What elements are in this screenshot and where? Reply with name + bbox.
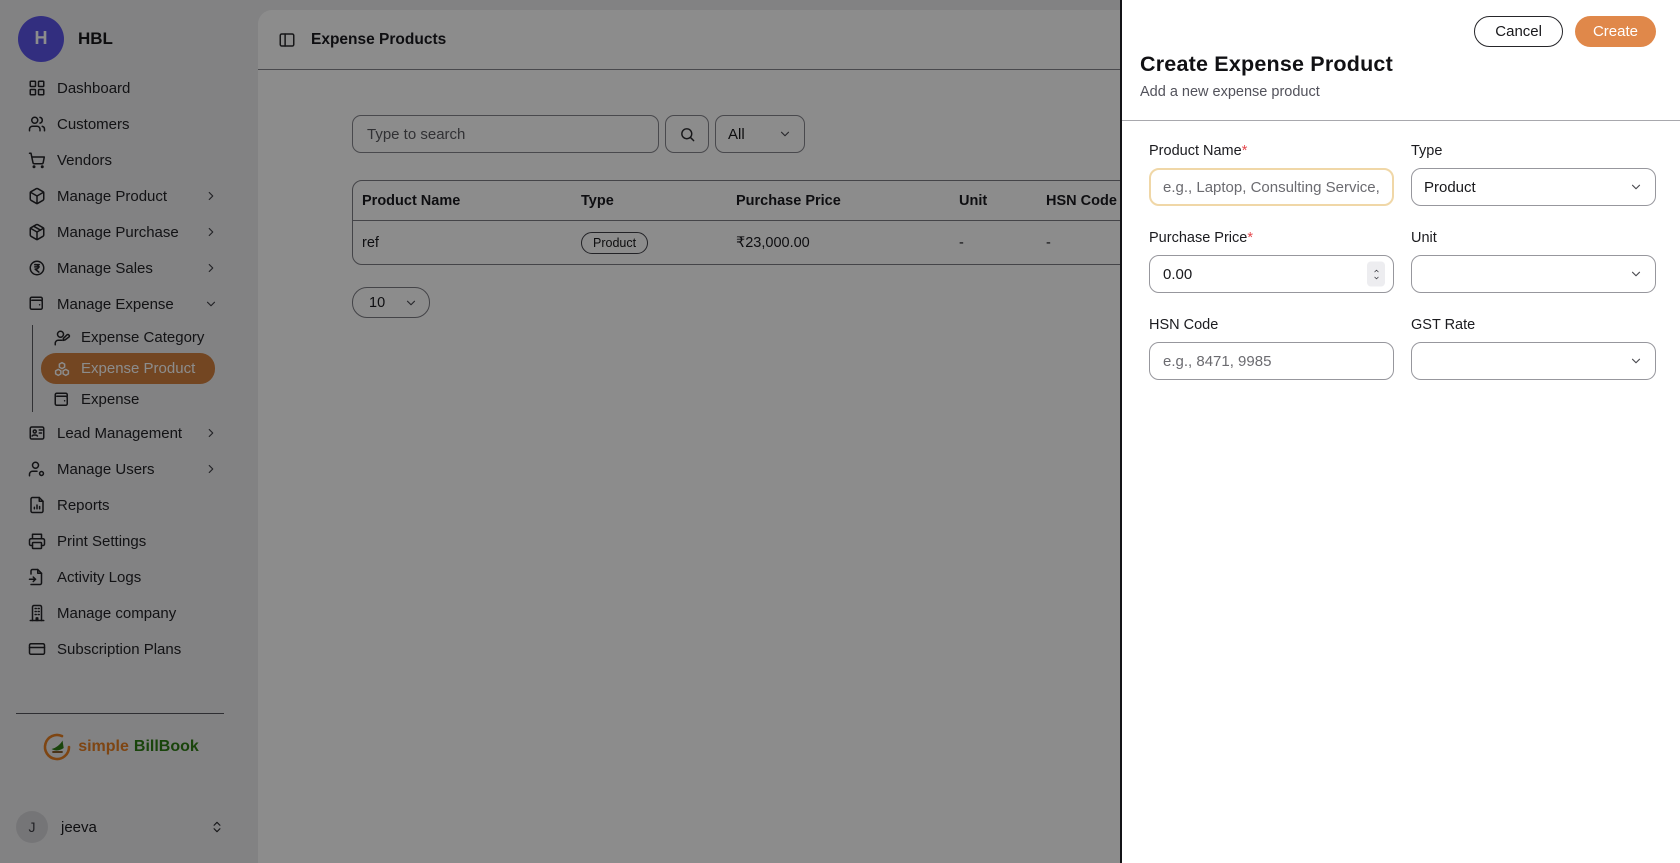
- field-hsn-code: HSN Code: [1149, 317, 1394, 380]
- purchase-price-label: Purchase Price*: [1149, 230, 1253, 246]
- field-purchase-price: Purchase Price*: [1149, 230, 1394, 293]
- chevron-down-icon: [1629, 180, 1643, 194]
- type-select-value: Product: [1424, 178, 1476, 196]
- required-asterisk: *: [1247, 230, 1253, 246]
- chevron-down-icon: [1372, 274, 1381, 281]
- gst-rate-select[interactable]: [1411, 342, 1656, 380]
- drawer-actions: Cancel Create: [1474, 16, 1656, 47]
- unit-select[interactable]: [1411, 255, 1656, 293]
- drawer-form: Product Name* Type Product Purchase Pric…: [1122, 121, 1680, 380]
- purchase-price-input[interactable]: [1149, 255, 1394, 293]
- required-asterisk: *: [1241, 143, 1248, 159]
- chevron-down-icon: [1629, 267, 1643, 281]
- field-gst-rate: GST Rate: [1411, 317, 1656, 380]
- field-unit: Unit: [1411, 230, 1656, 293]
- type-select[interactable]: Product: [1411, 168, 1656, 206]
- unit-label: Unit: [1411, 230, 1437, 246]
- field-product-name: Product Name*: [1149, 143, 1394, 206]
- type-label: Type: [1411, 143, 1443, 159]
- field-type: Type Product: [1411, 143, 1656, 206]
- chevron-down-icon: [1629, 354, 1643, 368]
- chevron-up-icon: [1372, 267, 1381, 274]
- number-stepper[interactable]: [1367, 261, 1385, 287]
- hsn-code-input[interactable]: [1149, 342, 1394, 380]
- create-expense-product-drawer: Cancel Create Create Expense Product Add…: [1120, 0, 1680, 863]
- create-button[interactable]: Create: [1574, 16, 1656, 47]
- product-name-input[interactable]: [1149, 168, 1394, 206]
- product-name-label: Product Name*: [1149, 143, 1248, 159]
- drawer-subtitle: Add a new expense product: [1140, 84, 1320, 100]
- drawer-title: Create Expense Product: [1140, 52, 1393, 76]
- hsn-code-label: HSN Code: [1149, 317, 1219, 333]
- cancel-button[interactable]: Cancel: [1474, 16, 1563, 47]
- gst-rate-label: GST Rate: [1411, 317, 1476, 333]
